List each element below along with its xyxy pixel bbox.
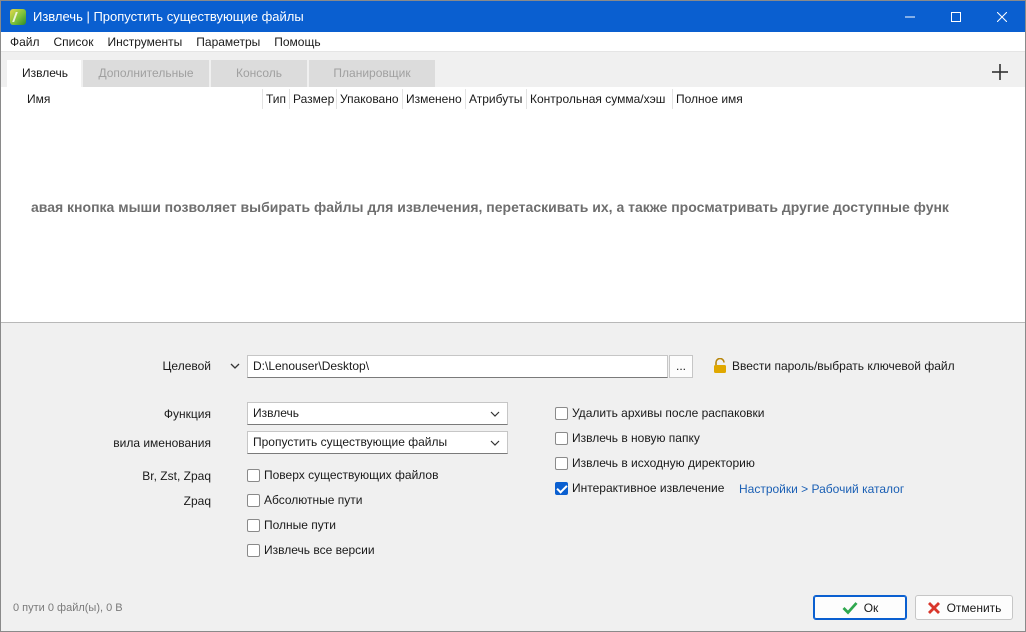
function-select[interactable]: Извлечь — [247, 402, 508, 425]
absolute-paths-label: Абсолютные пути — [264, 493, 363, 507]
checkbox-box[interactable] — [247, 518, 260, 532]
source-dir-label: Извлечь в исходную директорию — [572, 456, 755, 470]
title-bar[interactable]: Извлечь | Пропустить существующие файлы — [1, 1, 1025, 32]
menu-bar: Файл Список Инструменты Параметры Помощь — [1, 32, 1025, 52]
naming-value: Пропустить существующие файлы — [253, 435, 448, 449]
overwrite-checkbox[interactable]: Поверх существующих файлов — [247, 468, 438, 482]
add-tab-button[interactable] — [989, 61, 1011, 83]
column-type[interactable]: Тип — [263, 89, 290, 109]
column-attributes[interactable]: Атрибуты — [466, 89, 527, 109]
menu-file[interactable]: Файл — [3, 32, 47, 52]
status-text: 0 пути 0 файл(ы), 0 B — [13, 602, 123, 614]
full-paths-label: Полные пути — [264, 518, 336, 532]
interactive-extract-label: Интерактивное извлечение — [572, 481, 725, 495]
column-name[interactable]: Имя — [21, 89, 263, 109]
settings-link[interactable]: Настройки > Рабочий каталог — [739, 482, 904, 496]
file-list-header: Имя Тип Размер Упаковано Изменено Атрибу… — [21, 89, 748, 109]
tab-scheduler[interactable]: Планировщик — [309, 60, 435, 87]
column-modified[interactable]: Изменено — [403, 89, 466, 109]
maximize-button[interactable] — [933, 1, 979, 32]
menu-tools[interactable]: Инструменты — [100, 32, 189, 52]
full-paths-checkbox[interactable]: Полные пути — [247, 518, 336, 532]
new-folder-checkbox[interactable]: Извлечь в новую папку — [555, 431, 700, 445]
checkbox-box[interactable] — [555, 431, 568, 445]
function-value: Извлечь — [253, 406, 300, 420]
browse-button[interactable]: ... — [669, 355, 693, 378]
naming-label: вила именования — [113, 436, 211, 450]
password-label: Ввести пароль/выбрать ключевой файл — [732, 359, 955, 373]
chevron-down-icon — [490, 411, 500, 417]
function-label: Функция — [163, 407, 211, 421]
column-size[interactable]: Размер — [290, 89, 337, 109]
checkbox-box[interactable] — [247, 543, 260, 557]
menu-help[interactable]: Помощь — [267, 32, 327, 52]
minimize-button[interactable] — [887, 1, 933, 32]
cross-icon — [927, 601, 940, 614]
chevron-down-icon — [490, 440, 500, 446]
menu-list[interactable]: Список — [47, 32, 101, 52]
checkbox-box-checked[interactable] — [555, 481, 568, 495]
column-checksum[interactable]: Контрольная сумма/хэш — [527, 89, 673, 109]
checkbox-box[interactable] — [247, 468, 260, 482]
checkbox-box[interactable] — [555, 456, 568, 470]
cancel-label: Отменить — [946, 600, 1002, 615]
checkbox-box[interactable] — [555, 406, 568, 420]
absolute-paths-checkbox[interactable]: Абсолютные пути — [247, 493, 362, 507]
file-list[interactable]: Имя Тип Размер Упаковано Изменено Атрибу… — [1, 87, 1025, 323]
delete-archives-checkbox[interactable]: Удалить архивы после распаковки — [555, 406, 765, 420]
cancel-button[interactable]: Отменить — [915, 595, 1013, 620]
file-list-hint: авая кнопка мыши позволяет выбирать файл… — [31, 199, 993, 215]
lock-icon — [714, 358, 726, 373]
minimize-icon — [905, 16, 915, 17]
plus-icon — [992, 64, 1008, 80]
chevron-down-icon[interactable] — [229, 360, 241, 372]
column-packed[interactable]: Упаковано — [337, 89, 403, 109]
interactive-extract-checkbox[interactable]: Интерактивное извлечение — [555, 481, 724, 495]
br-zst-zpaq-label: Br, Zst, Zpaq — [142, 469, 211, 483]
delete-archives-label: Удалить архивы после распаковки — [572, 406, 765, 420]
menu-options[interactable]: Параметры — [189, 32, 267, 52]
close-button[interactable] — [979, 1, 1025, 32]
ok-label: Ок — [863, 600, 879, 615]
checkbox-box[interactable] — [247, 493, 260, 507]
app-icon — [10, 8, 26, 25]
maximize-icon — [951, 11, 961, 22]
tab-console[interactable]: Консоль — [211, 60, 307, 87]
all-versions-label: Извлечь все версии — [264, 543, 375, 557]
overwrite-label: Поверх существующих файлов — [264, 468, 439, 482]
ok-button[interactable]: Ок — [813, 595, 907, 620]
zpaq-label: Zpaq — [183, 494, 211, 508]
password-button[interactable]: Ввести пароль/выбрать ключевой файл — [713, 358, 955, 374]
window-title: Извлечь | Пропустить существующие файлы — [33, 9, 304, 24]
destination-input[interactable]: D:\Lenouser\Desktop\ — [247, 355, 668, 378]
check-icon — [842, 601, 858, 615]
source-dir-checkbox[interactable]: Извлечь в исходную директорию — [555, 456, 755, 470]
all-versions-checkbox[interactable]: Извлечь все версии — [247, 543, 375, 557]
tab-strip: Извлечь Дополнительные Консоль Планировщ… — [7, 60, 437, 87]
new-folder-label: Извлечь в новую папку — [572, 431, 700, 445]
file-list-hint-text: авая кнопка мыши позволяет выбирать файл… — [31, 199, 949, 215]
close-icon — [997, 11, 1007, 22]
extract-window: Извлечь | Пропустить существующие файлы … — [0, 0, 1026, 632]
tab-extract[interactable]: Извлечь — [7, 60, 81, 87]
naming-select[interactable]: Пропустить существующие файлы — [247, 431, 508, 454]
column-full-name[interactable]: Полное имя — [673, 89, 748, 109]
tab-advanced[interactable]: Дополнительные — [83, 60, 209, 87]
window-controls — [887, 1, 1025, 32]
destination-label: Целевой — [162, 359, 211, 373]
